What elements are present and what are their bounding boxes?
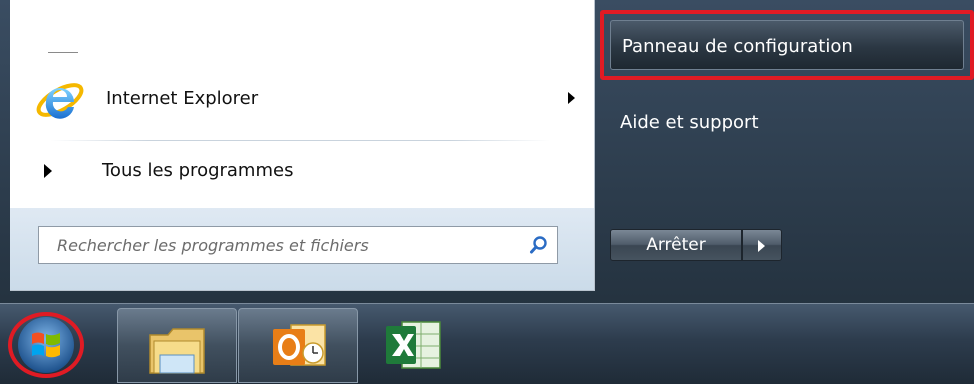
search-icon[interactable] (529, 235, 549, 255)
help-support-link[interactable]: Aide et support (620, 112, 759, 133)
all-programs-label: Tous les programmes (102, 160, 294, 181)
expand-arrow-icon (44, 164, 52, 178)
search-input[interactable] (39, 227, 509, 263)
submenu-arrow-icon[interactable] (568, 92, 575, 104)
search-box[interactable] (38, 226, 558, 264)
programs-separator (50, 140, 550, 141)
excel-icon[interactable] (382, 316, 444, 380)
shutdown-button[interactable]: Arrêter (610, 229, 742, 261)
internet-explorer-icon (36, 83, 84, 119)
taskbar-outlook-button[interactable] (238, 308, 358, 383)
control-panel-link[interactable]: Panneau de configuration (622, 36, 853, 57)
program-item-internet-explorer[interactable]: Internet Explorer (28, 70, 588, 132)
outlook-icon (273, 324, 326, 366)
start-button-highlight (8, 312, 84, 378)
taskbar-explorer-button[interactable] (117, 308, 237, 383)
program-label: Internet Explorer (106, 88, 259, 109)
recent-separator (48, 52, 78, 53)
chevron-right-icon (758, 240, 765, 252)
start-button[interactable] (8, 312, 88, 382)
all-programs-button[interactable]: Tous les programmes (38, 152, 578, 192)
search-area (10, 208, 594, 290)
folder-icon (149, 328, 205, 374)
shutdown-options-button[interactable] (742, 229, 782, 261)
